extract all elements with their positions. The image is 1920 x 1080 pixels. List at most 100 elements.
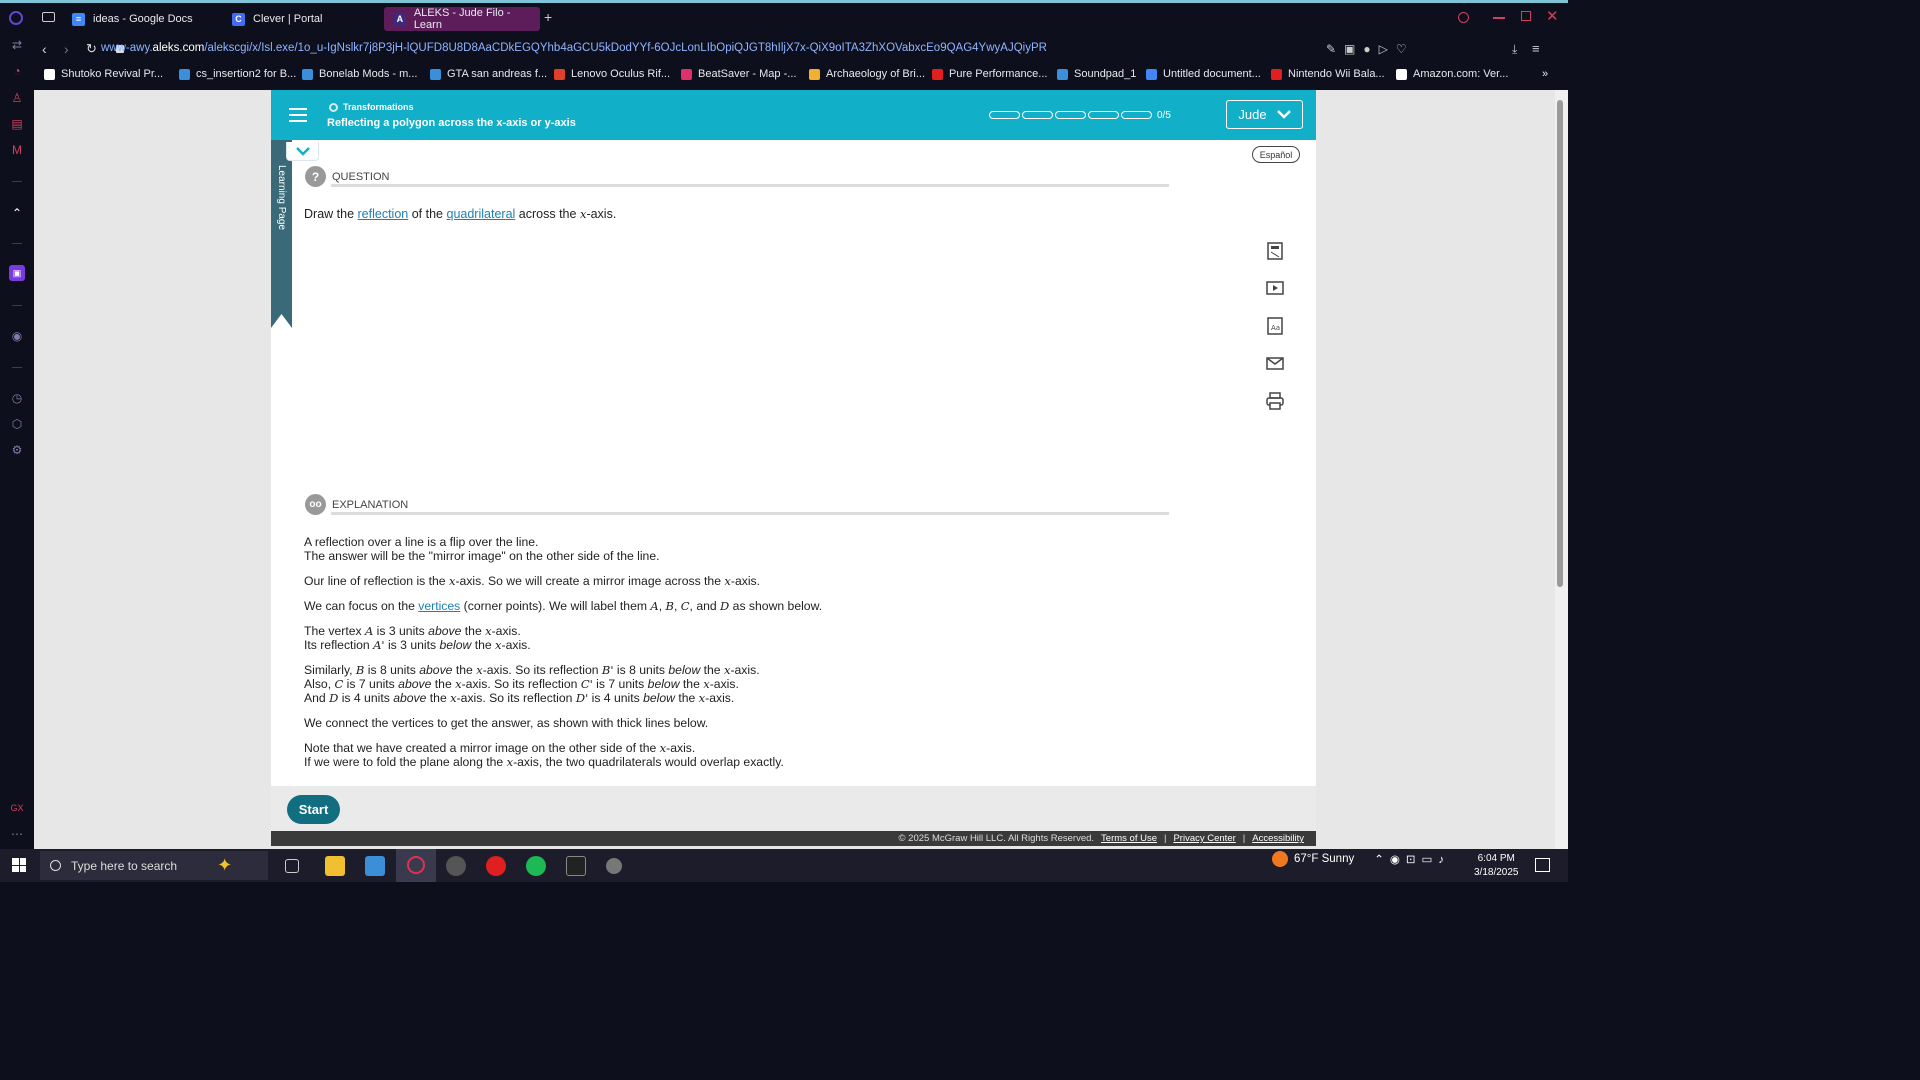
terms-link[interactable]: Terms of Use (1101, 833, 1157, 844)
message-icon[interactable] (1264, 352, 1286, 374)
tab-aleks[interactable]: A ALEKS - Jude Filo - Learn (384, 7, 540, 31)
text: The vertex (304, 624, 362, 638)
menu-icon[interactable]: ≡ (1532, 41, 1540, 56)
video-icon[interactable] (1264, 277, 1286, 299)
bookmark-item[interactable]: cs_insertion2 for B... (179, 68, 296, 80)
reload-icon[interactable]: ↻ (86, 41, 97, 57)
file-explorer-icon[interactable] (325, 856, 345, 876)
learning-page-label[interactable]: Learning Page (271, 165, 292, 245)
math-vertex-labels: B (665, 599, 674, 613)
bookmark-favicon-icon (430, 68, 441, 80)
app-icon[interactable] (446, 856, 466, 876)
tab-island-icon[interactable] (42, 12, 55, 22)
math-x: x (703, 677, 710, 691)
url-field[interactable]: www-awy.aleks.com/alekscgi/x/Isl.exe/1o_… (101, 42, 1047, 54)
question-word: -axis. (586, 207, 617, 221)
math-vertex: B' (601, 663, 614, 677)
taskbar-search[interactable]: Type here to search ✦ (40, 851, 268, 880)
explanation-heading-label: EXPLANATION (332, 498, 409, 511)
bookmark-item[interactable]: Shutoko Revival Pr... (44, 68, 163, 80)
settings-icon[interactable]: ⚙ (9, 442, 25, 458)
search-icon (50, 860, 61, 871)
aria-icon[interactable]: ◔ (9, 63, 25, 79)
history-icon[interactable]: ◷ (9, 390, 25, 406)
text: -axis. (730, 574, 761, 588)
explanation-text: A reflection over a line is a flip over … (304, 535, 1204, 780)
tray-icons[interactable]: ⌃◉⊡▭♪ (1374, 852, 1450, 866)
aleks-sidebar-icon[interactable]: ⌃ (9, 205, 25, 221)
vertices-link[interactable]: vertices (418, 599, 460, 613)
privacy-link[interactable]: Privacy Center (1173, 833, 1235, 844)
toolbar-extensions-icons[interactable]: ✎▣●▷♡ (1326, 42, 1415, 56)
text: as shown below. (732, 599, 823, 613)
learning-page-arrow-icon (271, 314, 292, 328)
text: Our line of reflection is the (304, 574, 446, 588)
workspace-icon[interactable]: ♙ (9, 90, 25, 106)
emphasis: above (393, 691, 427, 705)
minimize-icon[interactable] (1493, 17, 1505, 19)
hamburger-menu-icon[interactable] (287, 104, 309, 126)
textbook-icon[interactable]: Aa (1264, 315, 1286, 337)
new-tab-plus-icon[interactable]: + (544, 9, 552, 25)
messenger-icon[interactable]: M (9, 142, 25, 158)
bookmark-item[interactable]: Lenovo Oculus Rif... (554, 68, 670, 80)
emphasis: below (647, 677, 680, 691)
weather-text[interactable]: 67°F Sunny (1294, 853, 1354, 865)
progress-segment (1055, 111, 1086, 119)
bookmark-item[interactable]: Nintendo Wii Bala... (1271, 68, 1385, 80)
explanation-paragraph: We can focus on the vertices (corner poi… (304, 599, 823, 613)
question-word: of the (411, 207, 444, 221)
bookmark-item[interactable]: Untitled document... (1146, 68, 1261, 80)
bookmark-item[interactable]: Soundpad_1 (1057, 68, 1136, 80)
print-icon[interactable] (1264, 390, 1286, 412)
reflection-link[interactable]: reflection (358, 207, 409, 221)
collapse-chevron-button[interactable] (286, 142, 319, 161)
user-menu-button[interactable]: Jude (1226, 100, 1303, 129)
gx-icon[interactable]: GX (9, 800, 25, 816)
close-icon[interactable]: ✕ (1546, 7, 1559, 25)
game-icon[interactable] (566, 856, 586, 876)
wallet-icon[interactable]: ▤ (9, 116, 25, 132)
bookmark-item[interactable]: GTA san andreas f... (430, 68, 547, 80)
youtube-icon[interactable] (486, 856, 506, 876)
downloads-icon[interactable]: ⤓ (1512, 42, 1517, 57)
text: Its reflection (304, 638, 370, 652)
notification-icon[interactable] (1535, 858, 1550, 872)
more-icon[interactable]: ⋯ (9, 826, 25, 842)
tab-google-docs[interactable]: ≡ ideas - Google Docs (62, 7, 222, 31)
bookmark-item[interactable]: Amazon.com: Ver... (1396, 68, 1508, 80)
xbox-icon[interactable] (606, 858, 622, 874)
bookmark-item[interactable]: Pure Performance... (932, 68, 1047, 80)
quadrilateral-link[interactable]: quadrilateral (447, 207, 516, 221)
topic-circle-icon (329, 103, 338, 112)
spotify-icon[interactable] (526, 856, 546, 876)
ms-store-icon[interactable] (365, 856, 385, 876)
twitch-icon[interactable]: ▣ (9, 265, 25, 281)
back-icon[interactable]: ‹ (42, 41, 47, 57)
espanol-button[interactable]: Español (1252, 146, 1300, 163)
tab-clever[interactable]: C Clever | Portal (222, 7, 382, 31)
maximize-icon[interactable] (1521, 11, 1531, 21)
search-tabs-icon[interactable] (1458, 12, 1469, 23)
bookmarks-overflow-icon[interactable]: » (1542, 68, 1548, 80)
windows-start-icon[interactable] (12, 858, 26, 872)
bookmark-item[interactable]: BeatSaver - Map -... (681, 68, 796, 80)
bookmark-favicon-icon (302, 68, 313, 80)
player-icon[interactable]: ◉ (9, 328, 25, 344)
calculator-icon[interactable] (1264, 240, 1286, 262)
bookmark-item[interactable]: Archaeology of Bri... (809, 68, 925, 80)
forward-icon[interactable]: › (64, 41, 69, 57)
copyright-text: © 2025 McGraw Hill LLC. All Rights Reser… (898, 833, 1095, 844)
progress-segment (1088, 111, 1119, 119)
start-button[interactable]: Start (287, 795, 340, 824)
opera-logo-icon[interactable] (9, 11, 23, 25)
emphasis: below (439, 638, 472, 652)
extensions-icon[interactable]: ⬡ (9, 416, 25, 432)
task-view-icon[interactable] (285, 859, 299, 873)
math-x: x (455, 677, 462, 691)
bookmark-item[interactable]: Bonelab Mods - m... (302, 68, 417, 80)
clock[interactable]: 6:04 PM 3/18/2025 (1474, 852, 1519, 880)
accessibility-link[interactable]: Accessibility (1252, 833, 1304, 844)
sync-icon[interactable]: ⇄ (9, 37, 25, 53)
scrollbar-thumb[interactable] (1557, 100, 1563, 587)
